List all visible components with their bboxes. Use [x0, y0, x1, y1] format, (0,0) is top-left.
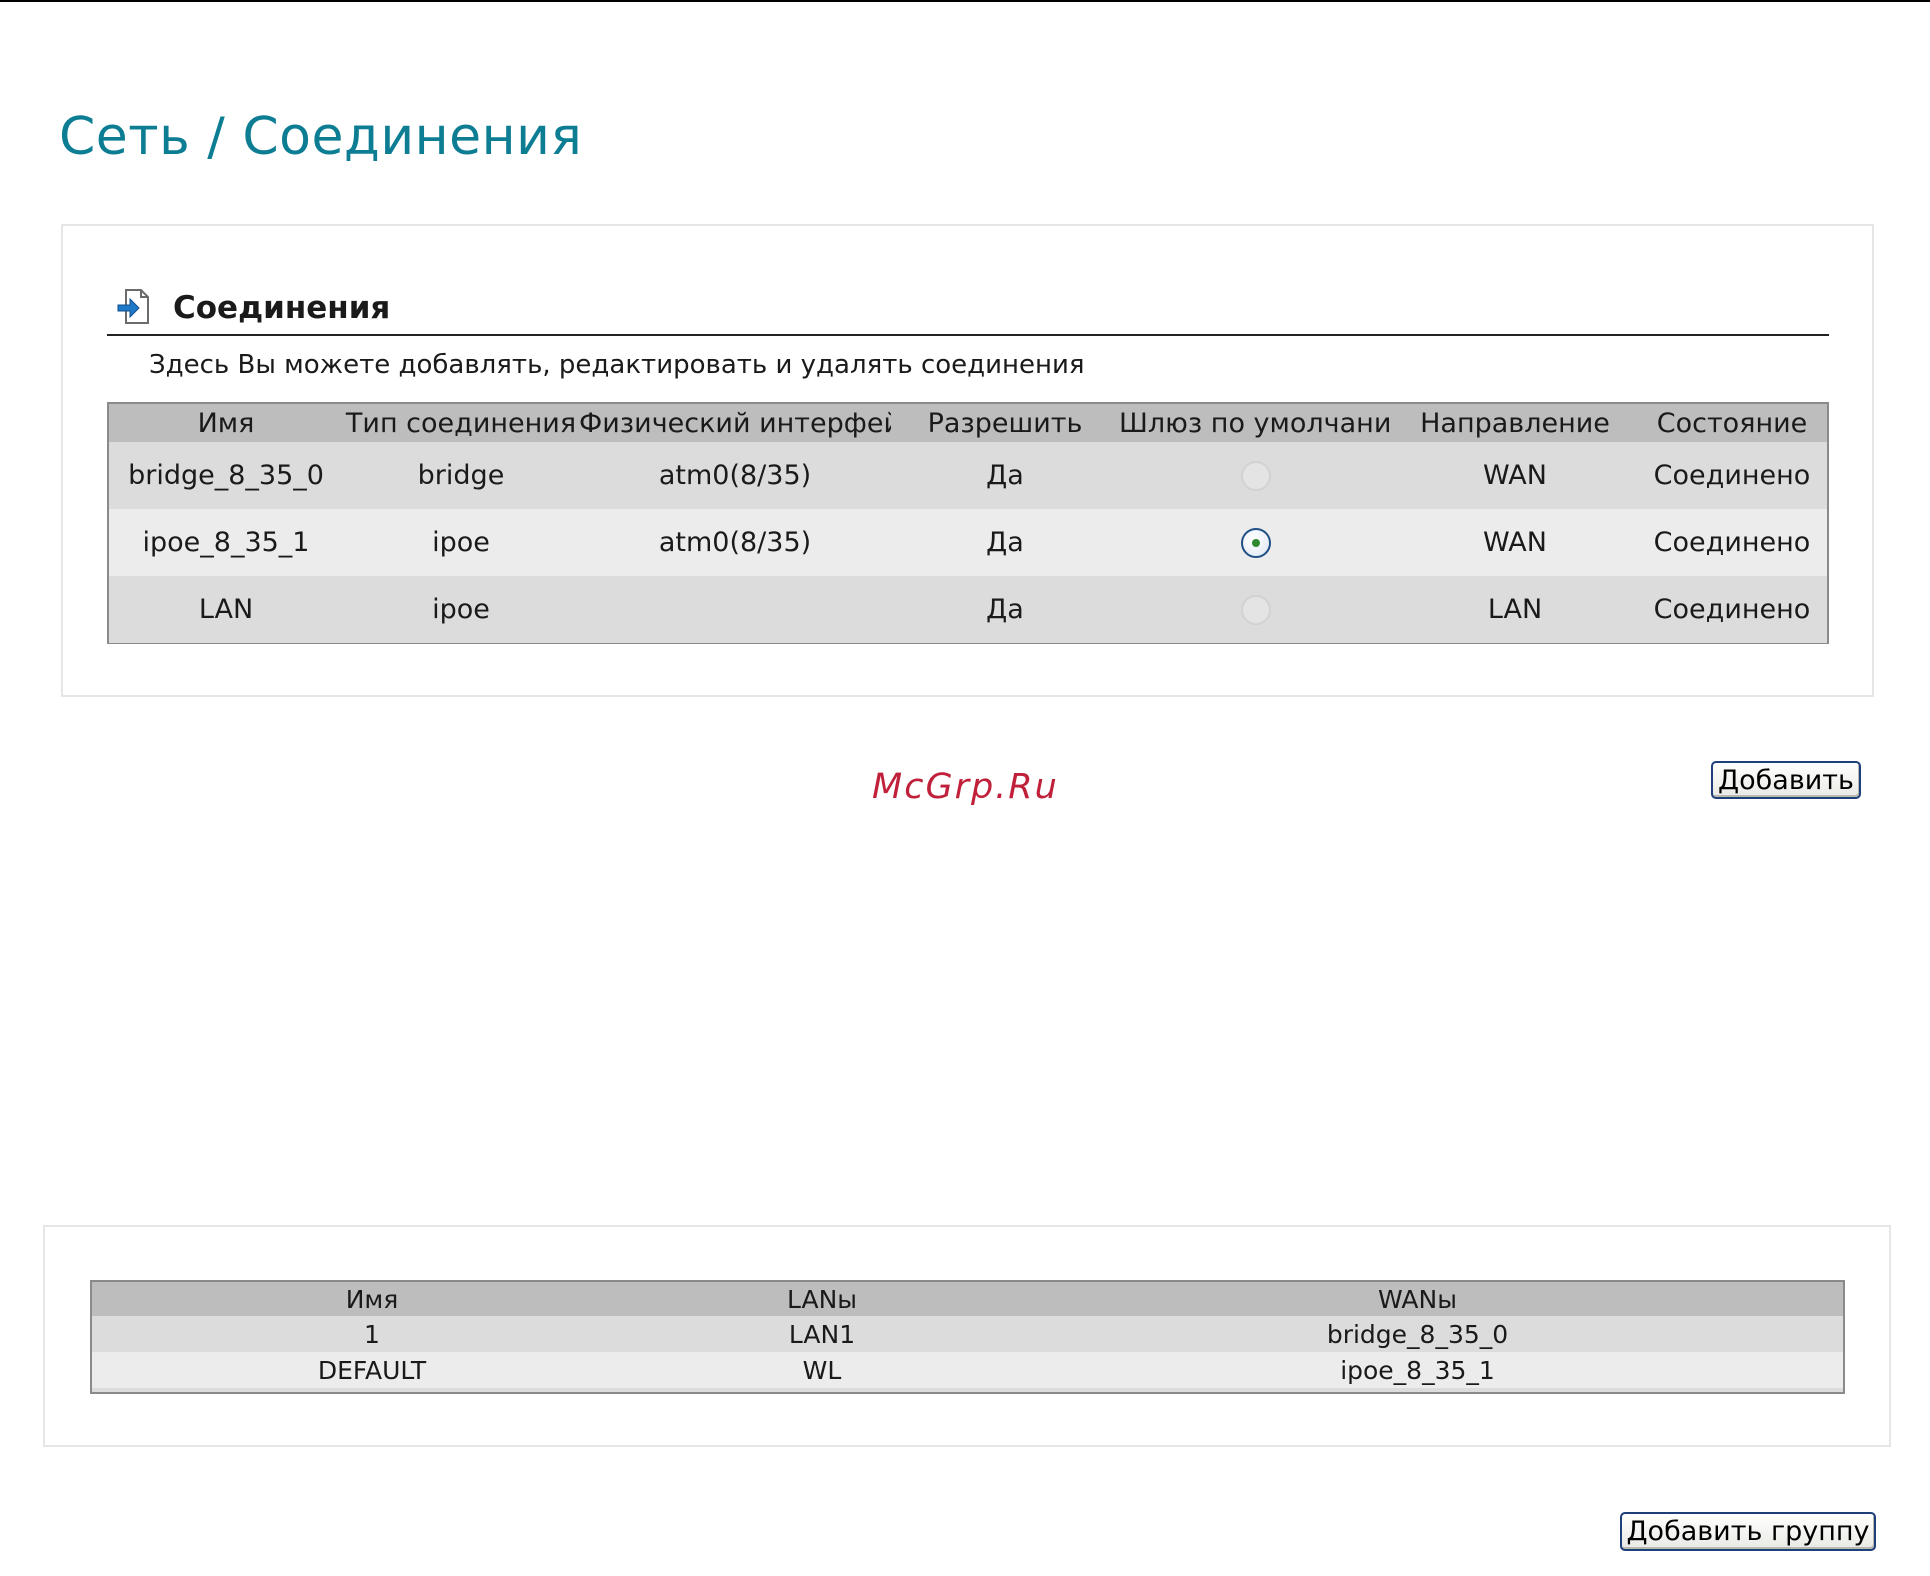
default-gateway-radio [1241, 595, 1271, 626]
connections-table-wrapper: Имя Тип соединения Физический интерфейс … [107, 402, 1829, 644]
column-header-state: Состояние [1637, 404, 1827, 442]
default-gateway-radio [1241, 461, 1271, 492]
connection-direction: WAN [1393, 509, 1637, 576]
group-lans: WL [652, 1352, 992, 1388]
connection-type: ipoe [343, 576, 579, 643]
connection-enabled: Да [891, 509, 1119, 576]
connections-table: Имя Тип соединения Физический интерфейс … [109, 404, 1827, 643]
groups-header-row: Имя LANы WANы [92, 1282, 1843, 1316]
column-header-wans: WANы [992, 1282, 1843, 1316]
connection-enabled: Да [891, 442, 1119, 509]
connection-type: bridge [343, 442, 579, 509]
table-row[interactable]: DEFAULT WL ipoe_8_35_1 [92, 1352, 1843, 1388]
group-name-link[interactable]: DEFAULT [92, 1352, 652, 1388]
connections-header-row: Имя Тип соединения Физический интерфейс … [109, 404, 1827, 442]
table-row[interactable]: LAN ipoe Да LAN Соединено [109, 576, 1827, 643]
page-title: Сеть / Соединения [59, 107, 583, 167]
connections-section-title: Соединения [173, 290, 391, 326]
group-wans: bridge_8_35_0 [992, 1316, 1843, 1352]
connection-direction: LAN [1393, 576, 1637, 643]
column-header-lans: LANы [652, 1282, 992, 1316]
top-divider [0, 0, 1930, 2]
connections-description: Здесь Вы можете добавлять, редактировать… [149, 350, 1085, 380]
connection-state: Соединено [1637, 576, 1827, 643]
connection-state: Соединено [1637, 509, 1827, 576]
groups-table-wrapper: Имя LANы WANы 1 LAN1 bridge_8_35_0 DEFAU… [90, 1280, 1845, 1394]
add-group-button[interactable]: Добавить группу [1620, 1512, 1876, 1551]
group-lans: LAN1 [652, 1316, 992, 1352]
groups-panel: Имя LANы WANы 1 LAN1 bridge_8_35_0 DEFAU… [43, 1225, 1891, 1447]
default-gateway-radio[interactable] [1241, 528, 1271, 559]
default-gateway-cell [1119, 509, 1393, 576]
column-header-interface: Физический интерфейс [579, 404, 891, 442]
default-gateway-cell [1119, 576, 1393, 643]
connection-direction: WAN [1393, 442, 1637, 509]
table-row[interactable]: ipoe_8_35_1 ipoe atm0(8/35) Да WAN Соеди… [109, 509, 1827, 576]
column-header-gateway: Шлюз по умолчанию [1119, 404, 1393, 442]
table-row[interactable]: bridge_8_35_0 bridge atm0(8/35) Да WAN С… [109, 442, 1827, 509]
group-wans: ipoe_8_35_1 [992, 1352, 1843, 1388]
connections-panel: Соединения Здесь Вы можете добавлять, ре… [61, 224, 1874, 697]
default-gateway-cell [1119, 442, 1393, 509]
connection-name-link[interactable]: bridge_8_35_0 [109, 442, 343, 509]
connections-section-header: Соединения [107, 282, 1829, 336]
group-name-link[interactable]: 1 [92, 1316, 652, 1352]
connection-interface [579, 576, 891, 643]
column-header-name: Имя [109, 404, 343, 442]
column-header-direction: Направление [1393, 404, 1637, 442]
column-header-type: Тип соединения [343, 404, 579, 442]
connection-enabled: Да [891, 576, 1119, 643]
connection-type: ipoe [343, 509, 579, 576]
groups-table: Имя LANы WANы 1 LAN1 bridge_8_35_0 DEFAU… [92, 1282, 1843, 1388]
table-row[interactable]: 1 LAN1 bridge_8_35_0 [92, 1316, 1843, 1352]
column-header-enabled: Разрешить [891, 404, 1119, 442]
connection-interface: atm0(8/35) [579, 509, 891, 576]
connection-name-link[interactable]: ipoe_8_35_1 [109, 509, 343, 576]
connection-state: Соединено [1637, 442, 1827, 509]
connection-interface: atm0(8/35) [579, 442, 891, 509]
page-arrow-icon [117, 289, 149, 324]
watermark-text: McGrp.Ru [872, 767, 1059, 807]
connection-name-link[interactable]: LAN [109, 576, 343, 643]
column-header-group-name: Имя [92, 1282, 652, 1316]
add-connection-button[interactable]: Добавить [1711, 761, 1861, 799]
